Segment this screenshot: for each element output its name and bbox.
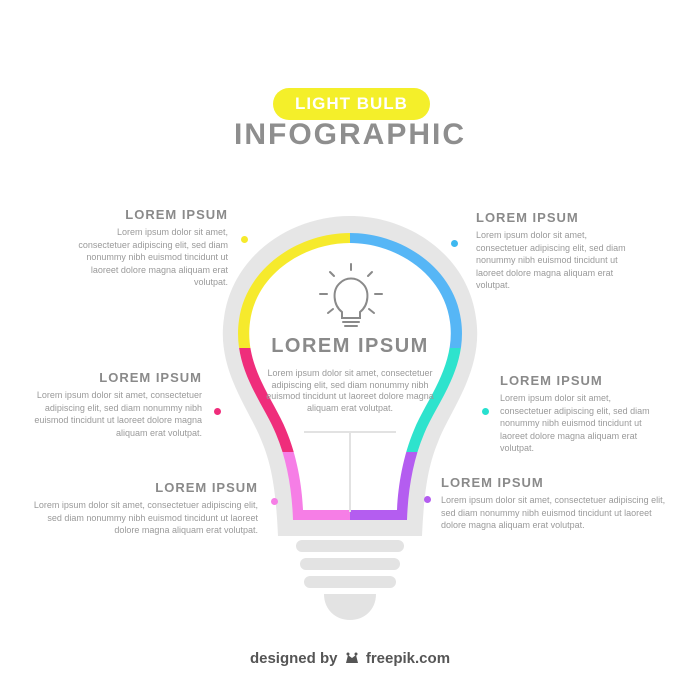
- info-body: Lorem ipsum dolor sit amet, consectetuer…: [500, 393, 650, 453]
- freepik-logo-icon: [344, 651, 360, 669]
- marker-dot-red: [214, 408, 221, 415]
- info-block-bottom-right: LOREM IPSUM Lorem ipsum dolor sit amet, …: [441, 475, 666, 532]
- center-body: Lorem ipsum dolor sit amet, consectetuer…: [266, 368, 434, 413]
- footer-brand: freepik.com: [365, 650, 451, 667]
- info-title: LOREM IPSUM: [125, 207, 228, 222]
- marker-dot-yellow: [241, 236, 248, 243]
- center-title: LOREM IPSUM: [271, 335, 429, 357]
- marker-dot-purple: [424, 496, 431, 503]
- info-title: LOREM IPSUM: [500, 373, 603, 388]
- info-body: Lorem ipsum dolor sit amet, consectetuer…: [33, 500, 258, 535]
- info-title: LOREM IPSUM: [476, 210, 579, 225]
- info-body: Lorem ipsum dolor sit amet, consectetuer…: [441, 495, 666, 530]
- footer-prefix: designed by: [249, 650, 338, 667]
- footer-credit: designed by freepik.com: [0, 650, 700, 669]
- info-title: LOREM IPSUM: [155, 480, 258, 495]
- marker-dot-teal: [482, 408, 489, 415]
- info-body: Lorem ipsum dolor sit amet, consectetuer…: [476, 230, 626, 290]
- marker-dot-blue: [451, 240, 458, 247]
- info-block-middle-right: LOREM IPSUM Lorem ipsum dolor sit amet, …: [500, 373, 650, 455]
- info-block-bottom-left: LOREM IPSUM Lorem ipsum dolor sit amet, …: [26, 480, 258, 537]
- info-block-middle-left: LOREM IPSUM Lorem ipsum dolor sit amet, …: [34, 370, 202, 439]
- info-title: LOREM IPSUM: [99, 370, 202, 385]
- info-block-top-right: LOREM IPSUM Lorem ipsum dolor sit amet, …: [476, 210, 626, 292]
- info-body: Lorem ipsum dolor sit amet, consectetuer…: [78, 227, 228, 287]
- info-block-top-left: LOREM IPSUM Lorem ipsum dolor sit amet, …: [72, 207, 228, 289]
- bulb-tip: [324, 594, 376, 620]
- bulb-thread-1: [296, 540, 404, 552]
- info-title: LOREM IPSUM: [441, 475, 544, 490]
- bulb-thread-2: [300, 558, 400, 570]
- info-body: Lorem ipsum dolor sit amet, consectetuer…: [34, 390, 202, 438]
- bulb-thread-3: [304, 576, 396, 588]
- marker-dot-pink: [271, 498, 278, 505]
